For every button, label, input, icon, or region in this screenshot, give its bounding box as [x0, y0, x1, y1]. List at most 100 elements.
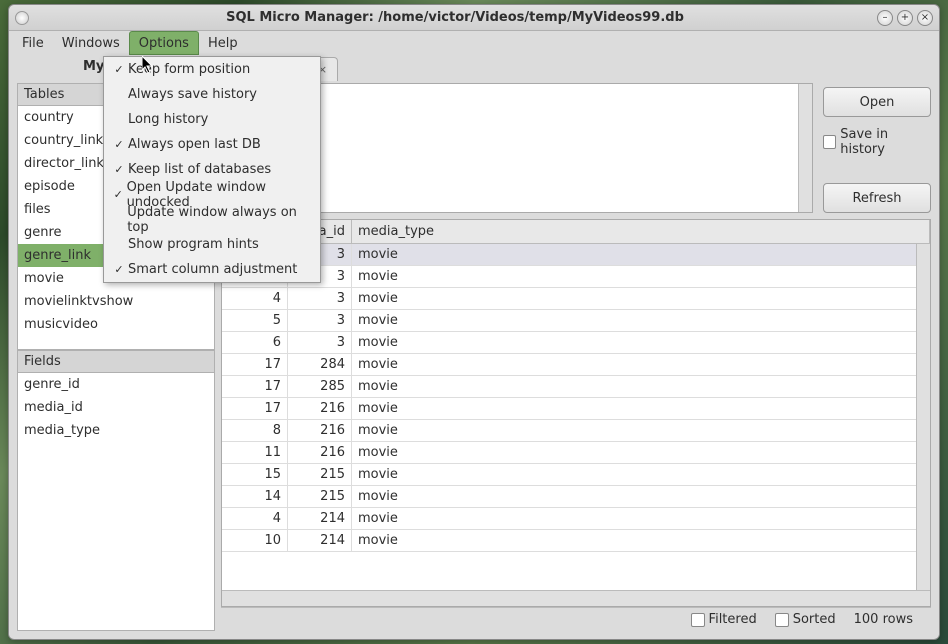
options-dropdown: ✓Keep form positionAlways save historyLo…: [103, 56, 321, 283]
field-item[interactable]: media_id: [18, 396, 214, 419]
open-button[interactable]: Open: [823, 87, 931, 117]
fields-list[interactable]: genre_idmedia_idmedia_type: [17, 373, 215, 631]
grid-cell: movie: [352, 288, 930, 309]
save-history-label: Save in history: [840, 127, 931, 157]
grid-cell: movie: [352, 354, 930, 375]
maximize-button[interactable]: +: [897, 10, 913, 26]
table-item[interactable]: movielinktvshow: [18, 290, 214, 313]
grid-row[interactable]: 15215movie: [222, 464, 930, 486]
dropdown-item[interactable]: ✓Smart column adjustment: [104, 257, 320, 282]
grid-row[interactable]: 17216movie: [222, 398, 930, 420]
grid-row[interactable]: 53movie: [222, 310, 930, 332]
dropdown-item-label: Always open last DB: [128, 137, 261, 152]
dropdown-item-label: Always save history: [128, 87, 257, 102]
checkmark-icon: ✓: [112, 163, 126, 176]
dropdown-item[interactable]: ✓Keep form position: [104, 57, 320, 82]
minimize-button[interactable]: –: [877, 10, 893, 26]
grid-vscrollbar[interactable]: [916, 244, 930, 590]
grid-cell: movie: [352, 398, 930, 419]
grid-hscrollbar[interactable]: [222, 590, 930, 606]
grid-cell: 10: [222, 530, 288, 551]
dropdown-item[interactable]: ✓Open Update window undocked: [104, 182, 320, 207]
save-history-checkbox[interactable]: [823, 135, 836, 149]
grid-row[interactable]: 4214movie: [222, 508, 930, 530]
window-menu-icon[interactable]: [15, 11, 29, 25]
field-item[interactable]: media_type: [18, 419, 214, 442]
grid-row[interactable]: 63movie: [222, 332, 930, 354]
checkmark-icon: ✓: [112, 138, 126, 151]
grid-body[interactable]: 3movie33movie43movie53movie63movie17284m…: [222, 244, 930, 590]
table-item[interactable]: musicvideo: [18, 313, 214, 336]
grid-cell: 6: [222, 332, 288, 353]
grid-header-col2[interactable]: media_type: [352, 220, 930, 243]
grid-cell: movie: [352, 310, 930, 331]
dropdown-item[interactable]: Always save history: [104, 82, 320, 107]
grid-row[interactable]: 8216movie: [222, 420, 930, 442]
grid-header-row: ia_id media_type: [222, 220, 930, 244]
right-pane: * nre_link 00; Open Save in history Refr…: [221, 83, 931, 631]
dropdown-item[interactable]: ✓Keep list of databases: [104, 157, 320, 182]
grid-cell: 284: [288, 354, 352, 375]
grid-cell: 215: [288, 486, 352, 507]
dropdown-item[interactable]: Show program hints: [104, 232, 320, 257]
dropdown-item-label: Keep list of databases: [128, 162, 271, 177]
checkmark-icon: ✓: [112, 188, 125, 201]
menu-windows[interactable]: Windows: [53, 31, 129, 55]
refresh-button[interactable]: Refresh: [823, 183, 931, 213]
menubar: File Windows Options Help: [9, 31, 939, 55]
sorted-label: Sorted: [793, 612, 836, 627]
close-button[interactable]: ×: [917, 10, 933, 26]
grid-cell: movie: [352, 442, 930, 463]
titlebar: SQL Micro Manager: /home/victor/Videos/t…: [9, 5, 939, 31]
grid-row[interactable]: 17284movie: [222, 354, 930, 376]
sql-scrollbar[interactable]: [798, 84, 812, 212]
checkmark-icon: ✓: [112, 63, 126, 76]
grid-row[interactable]: 14215movie: [222, 486, 930, 508]
grid-cell: 15: [222, 464, 288, 485]
window-title: SQL Micro Manager: /home/victor/Videos/t…: [33, 10, 877, 25]
grid-row[interactable]: 10214movie: [222, 530, 930, 552]
grid-cell: 8: [222, 420, 288, 441]
dropdown-item-label: Smart column adjustment: [128, 262, 297, 277]
dropdown-item-label: Keep form position: [128, 62, 250, 77]
filtered-checkbox[interactable]: [691, 613, 705, 627]
grid-cell: 285: [288, 376, 352, 397]
checkmark-icon: ✓: [112, 263, 126, 276]
fields-header: Fields: [17, 350, 215, 373]
dropdown-item[interactable]: Update window always on top: [104, 207, 320, 232]
grid-cell: movie: [352, 244, 930, 265]
grid-cell: 14: [222, 486, 288, 507]
filtered-label: Filtered: [709, 612, 757, 627]
grid-cell: movie: [352, 508, 930, 529]
sorted-checkbox[interactable]: [775, 613, 789, 627]
field-item[interactable]: genre_id: [18, 373, 214, 396]
menu-help[interactable]: Help: [199, 31, 247, 55]
grid-row[interactable]: 3movie: [222, 244, 930, 266]
grid-cell: movie: [352, 266, 930, 287]
dropdown-item[interactable]: ✓Always open last DB: [104, 132, 320, 157]
grid-cell: 4: [222, 508, 288, 529]
grid-row[interactable]: 11216movie: [222, 442, 930, 464]
grid-cell: 216: [288, 398, 352, 419]
grid-cell: movie: [352, 332, 930, 353]
grid-row[interactable]: 43movie: [222, 288, 930, 310]
grid-cell: movie: [352, 464, 930, 485]
grid-cell: movie: [352, 420, 930, 441]
grid-cell: 17: [222, 398, 288, 419]
grid-cell: 11: [222, 442, 288, 463]
menu-options[interactable]: Options: [129, 31, 199, 55]
grid-cell: 17: [222, 376, 288, 397]
grid-cell: movie: [352, 486, 930, 507]
grid-cell: 214: [288, 530, 352, 551]
menu-file[interactable]: File: [13, 31, 53, 55]
grid-cell: 214: [288, 508, 352, 529]
dropdown-item[interactable]: Long history: [104, 107, 320, 132]
grid-row[interactable]: 33movie: [222, 266, 930, 288]
grid-cell: 216: [288, 442, 352, 463]
grid-cell: 4: [222, 288, 288, 309]
dropdown-item-label: Show program hints: [128, 237, 259, 252]
grid-cell: 216: [288, 420, 352, 441]
grid-row[interactable]: 17285movie: [222, 376, 930, 398]
row-count: 100 rows: [854, 612, 913, 627]
grid-cell: 215: [288, 464, 352, 485]
